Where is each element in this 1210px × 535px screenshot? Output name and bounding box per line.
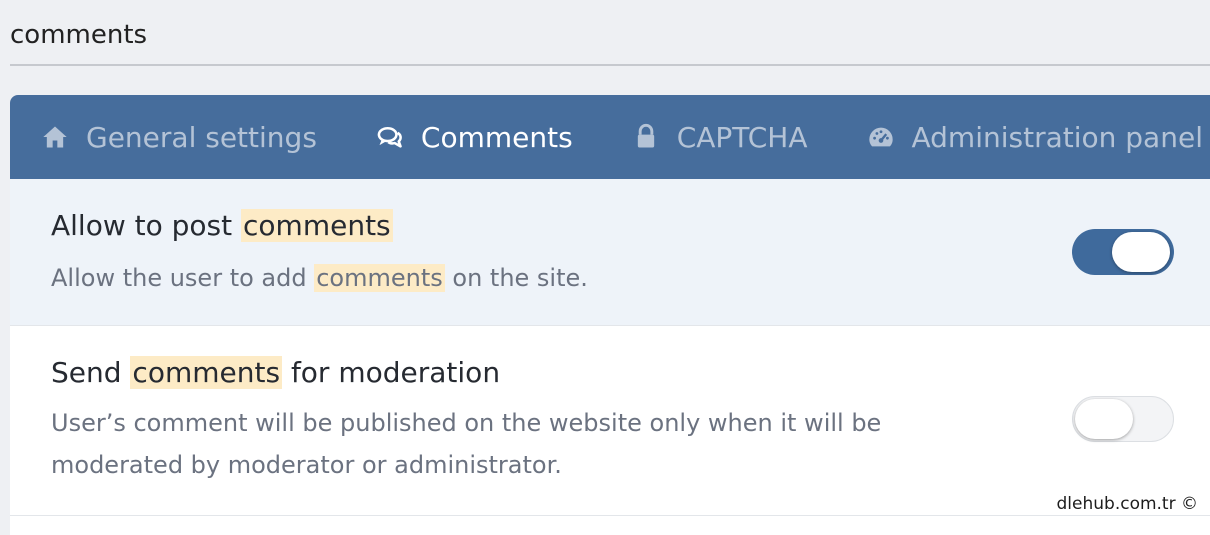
setting-allow-post-comments: Allow to post comments Allow the user to… <box>10 179 1210 326</box>
moderation-toggle[interactable] <box>1072 396 1174 442</box>
tab-administration-panel[interactable]: Administration panel <box>866 121 1203 154</box>
tab-label: General settings <box>86 121 317 154</box>
tab-captcha[interactable]: CAPTCHA <box>631 121 808 154</box>
tab-comments[interactable]: Comments <box>375 121 573 154</box>
search-highlight: comments <box>130 356 282 389</box>
search-input[interactable] <box>10 14 1200 56</box>
setting-send-comments-moderation: Send comments for moderation User’s comm… <box>10 326 1210 516</box>
toggle-knob <box>1075 399 1133 439</box>
dashboard-icon <box>866 122 896 152</box>
watermark: dlehub.com.tr © <box>1057 494 1199 514</box>
comments-icon <box>375 122 405 152</box>
tab-label: Administration panel <box>912 121 1203 154</box>
toggle-knob <box>1112 232 1170 272</box>
search-highlight: comments <box>314 264 445 292</box>
title-text: for moderation <box>282 356 500 389</box>
search-bar <box>10 0 1210 66</box>
allow-comments-toggle[interactable] <box>1072 229 1174 275</box>
setting-description: User’s comment will be published on the … <box>51 402 951 486</box>
home-icon <box>40 122 70 152</box>
desc-text: on the site. <box>445 264 588 292</box>
desc-text: Allow the user to add <box>51 264 314 292</box>
tab-general-settings[interactable]: General settings <box>40 121 317 154</box>
tab-label: CAPTCHA <box>677 121 808 154</box>
setting-title: Send comments for moderation <box>51 354 1170 392</box>
lock-icon <box>631 122 661 152</box>
title-text: Send <box>51 356 130 389</box>
title-text: Allow to post <box>51 209 241 242</box>
tab-label: Comments <box>421 121 573 154</box>
tab-bar: General settings Comments CAPTCHA Admini… <box>10 95 1210 179</box>
settings-panel: General settings Comments CAPTCHA Admini… <box>10 95 1210 535</box>
setting-description: Allow the user to add comments on the si… <box>51 257 951 299</box>
search-highlight: comments <box>241 209 393 242</box>
setting-title: Allow to post comments <box>51 207 1170 245</box>
